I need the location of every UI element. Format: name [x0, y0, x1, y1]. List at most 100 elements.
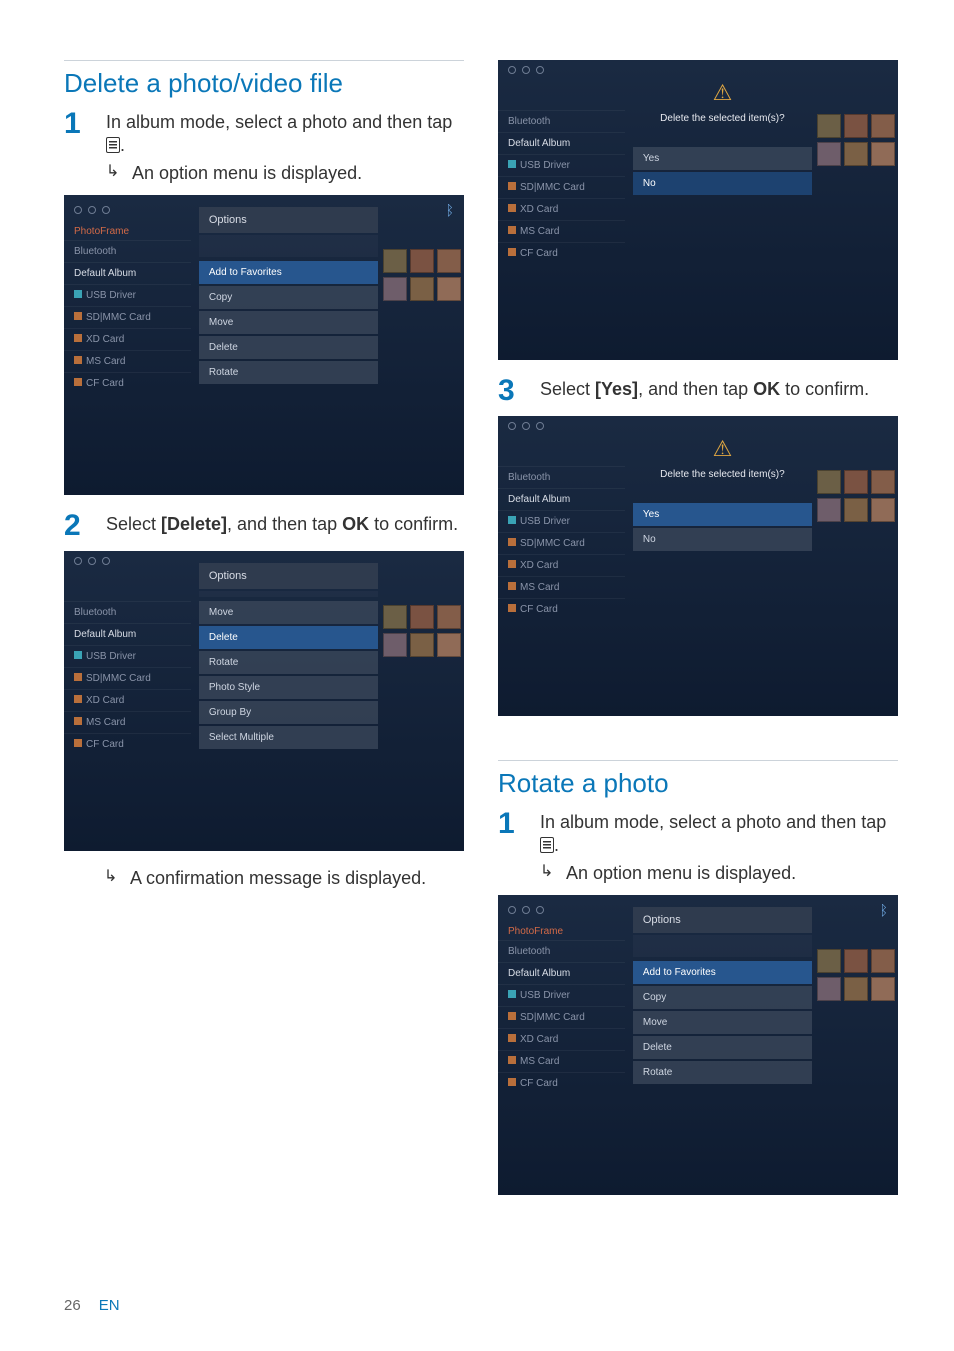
step2-e: to confirm. — [369, 514, 458, 534]
options-header: Options — [199, 207, 378, 233]
sidebar-item: SD|MMC Card — [498, 176, 625, 198]
step-2-body: Select [Delete], and then tap OK to conf… — [106, 511, 464, 541]
option-row: Move — [633, 1011, 812, 1034]
screenshot-options-menu-2: ᛒ PhotoFrame Bluetooth Default Album USB… — [498, 895, 898, 1195]
sidebar-item: USB Driver — [64, 645, 191, 667]
step2-result-row: ↳ A confirmation message is displayed. — [104, 867, 464, 890]
options-header: Options — [633, 907, 812, 933]
option-row: Move — [199, 601, 378, 624]
screenshot-confirm-no: Bluetooth Default Album USB Driver SD|MM… — [498, 60, 898, 360]
bluetooth-icon: ᛒ — [446, 201, 454, 219]
sidebar-item: USB Driver — [498, 154, 625, 176]
dialog-option-yes: Yes — [633, 503, 812, 526]
sidebar-item: Bluetooth — [498, 940, 625, 962]
screenshot-options-menu: ᛒ PhotoFrame Bluetooth Default Album USB… — [64, 195, 464, 495]
options-header: Options — [199, 563, 378, 589]
sidebar-item: Bluetooth — [498, 110, 625, 132]
sidebar-item: Default Album — [64, 623, 191, 645]
sidebar-item: Default Album — [498, 962, 625, 984]
sidebar-item: Default Album — [498, 488, 625, 510]
sidebar-item: CF Card — [498, 1072, 625, 1094]
sidebar-item: Bluetooth — [64, 240, 191, 262]
option-row: Move — [199, 311, 378, 334]
option-row: Delete — [633, 1036, 812, 1059]
result-arrow-icon: ↳ — [540, 862, 558, 885]
result-arrow-icon: ↳ — [106, 162, 124, 185]
step-3-body: Select [Yes], and then tap OK to confirm… — [540, 376, 898, 406]
step-1-body: In album mode, select a photo and then t… — [106, 109, 464, 185]
step-number: 3 — [498, 376, 522, 406]
right-column: Bluetooth Default Album USB Driver SD|MM… — [498, 60, 898, 1211]
left-column: Delete a photo/video file 1 In album mod… — [64, 60, 464, 1211]
page-footer: 26 EN — [64, 1296, 120, 1316]
sidebar-item: MS Card — [64, 350, 191, 372]
option-row: Rotate — [633, 1061, 812, 1084]
step1-text-a: In album mode, select a photo and then t… — [106, 112, 452, 132]
sidebar-item: USB Driver — [498, 510, 625, 532]
sidebar-item: XD Card — [498, 1028, 625, 1050]
sidebar-item: Bluetooth — [64, 601, 191, 623]
step3-d: OK — [753, 379, 780, 399]
sidebar-item: CF Card — [498, 598, 625, 620]
sidebar-item: Default Album — [498, 132, 625, 154]
result-arrow-icon: ↳ — [104, 867, 122, 890]
sidebar-item: SD|MMC Card — [498, 532, 625, 554]
option-row: Add to Favorites — [633, 961, 812, 984]
step-number: 1 — [64, 109, 88, 185]
page-number: 26 — [64, 1296, 81, 1316]
warning-icon: ⚠ — [641, 82, 804, 104]
option-row: Delete — [199, 626, 378, 649]
step2-a: Select — [106, 514, 161, 534]
step2-c: , and then tap — [227, 514, 342, 534]
option-row: Photo Style — [199, 676, 378, 699]
sidebar-item: CF Card — [64, 372, 191, 394]
dialog-question: Delete the selected item(s)? — [641, 468, 804, 481]
sidebar-item: XD Card — [64, 328, 191, 350]
sidebar-item: MS Card — [498, 1050, 625, 1072]
sidebar-item: MS Card — [498, 220, 625, 242]
option-row: Select Multiple — [199, 726, 378, 749]
bluetooth-icon: ᛒ — [880, 901, 888, 919]
sidebar-title: PhotoFrame — [498, 923, 625, 940]
step1-result: An option menu is displayed. — [132, 162, 362, 185]
sidebar-title: PhotoFrame — [64, 223, 191, 240]
sidebar-item: XD Card — [498, 198, 625, 220]
step2-result: A confirmation message is displayed. — [130, 867, 426, 890]
step3-b: [Yes] — [595, 379, 638, 399]
sidebar-item: Bluetooth — [498, 466, 625, 488]
step-number: 2 — [64, 511, 88, 541]
option-row: Copy — [199, 286, 378, 309]
sidebar-item: XD Card — [498, 554, 625, 576]
rotate-step1-b: . — [554, 835, 559, 855]
step3-e: to confirm. — [780, 379, 869, 399]
sidebar-item: USB Driver — [498, 984, 625, 1006]
step-number: 1 — [498, 809, 522, 885]
step2-b: [Delete] — [161, 514, 227, 534]
step2-d: OK — [342, 514, 369, 534]
heading-rotate: Rotate a photo — [498, 760, 898, 801]
dialog-option-no: No — [633, 172, 812, 195]
sidebar-item: XD Card — [64, 689, 191, 711]
rotate-step1-result: An option menu is displayed. — [566, 862, 796, 885]
step3-c: , and then tap — [638, 379, 753, 399]
dialog-question: Delete the selected item(s)? — [641, 112, 804, 125]
sidebar-item: SD|MMC Card — [64, 667, 191, 689]
option-row: Rotate — [199, 361, 378, 384]
sidebar-item: SD|MMC Card — [64, 306, 191, 328]
rotate-step1-body: In album mode, select a photo and then t… — [540, 809, 898, 885]
heading-delete: Delete a photo/video file — [64, 60, 464, 101]
menu-icon — [540, 837, 554, 853]
screenshot-options-delete: Bluetooth Default Album USB Driver SD|MM… — [64, 551, 464, 851]
step1-text-b: . — [120, 135, 125, 155]
rotate-step1-a: In album mode, select a photo and then t… — [540, 812, 886, 832]
option-row: Add to Favorites — [199, 261, 378, 284]
sidebar-item: Default Album — [64, 262, 191, 284]
option-row: Group By — [199, 701, 378, 724]
sidebar-item: CF Card — [64, 733, 191, 755]
step3-a: Select — [540, 379, 595, 399]
sidebar-item: SD|MMC Card — [498, 1006, 625, 1028]
screenshot-confirm-yes: Bluetooth Default Album USB Driver SD|MM… — [498, 416, 898, 716]
sidebar-item: MS Card — [498, 576, 625, 598]
page-lang: EN — [99, 1296, 120, 1316]
option-row: Delete — [199, 336, 378, 359]
